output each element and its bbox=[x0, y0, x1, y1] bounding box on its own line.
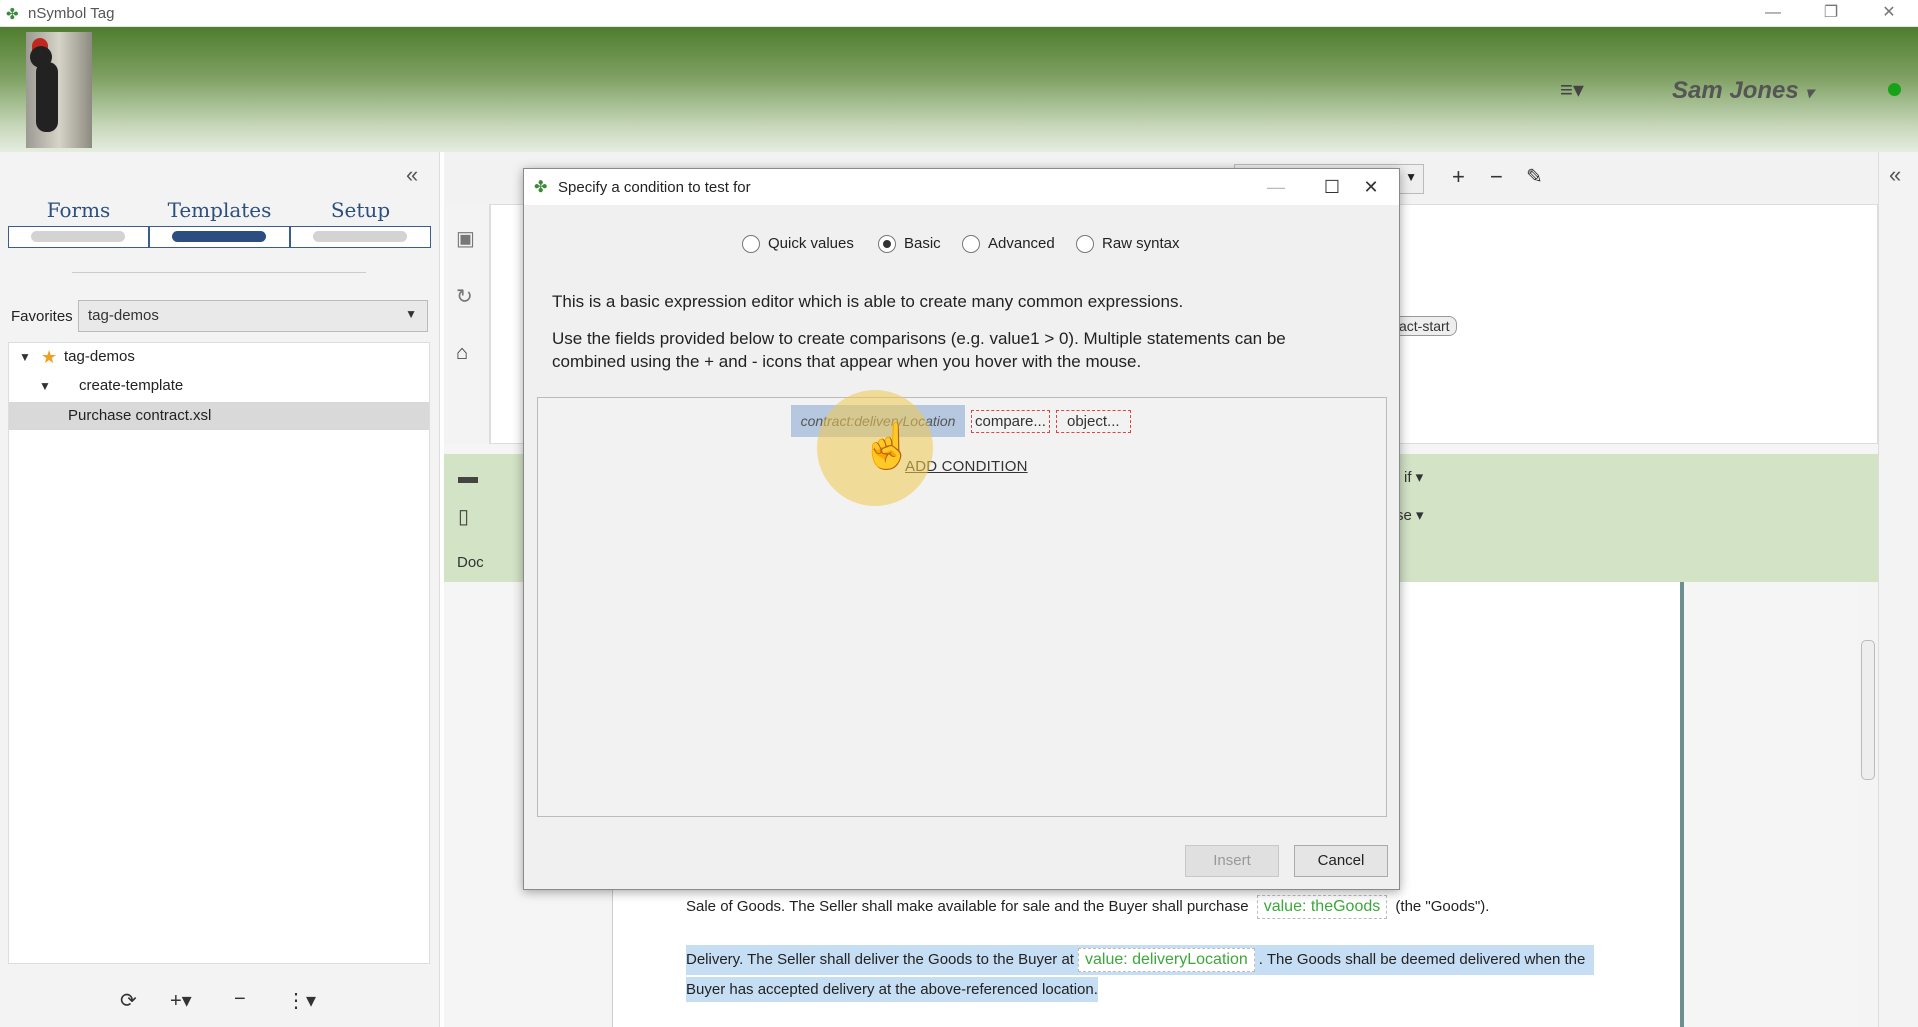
app-logo-icon: ✤ bbox=[6, 6, 19, 23]
remove-button[interactable]: − bbox=[234, 988, 246, 1011]
tab-setup[interactable]: Setup bbox=[290, 198, 431, 222]
refresh-button[interactable]: ⟳ bbox=[120, 988, 137, 1013]
chevron-down-icon: ▾ bbox=[1805, 85, 1814, 102]
favorites-label: Favorites bbox=[11, 308, 73, 325]
tab-forms-indicator[interactable] bbox=[8, 226, 149, 248]
right-panel: « bbox=[1878, 152, 1918, 1027]
contract-start-chip[interactable]: act-start bbox=[1392, 316, 1457, 336]
reload-icon[interactable]: ↻ bbox=[456, 284, 473, 309]
tab-templates[interactable]: Templates bbox=[149, 198, 290, 222]
doc-label: Doc bbox=[457, 554, 484, 571]
radio-advanced[interactable]: Advanced bbox=[962, 233, 1055, 257]
add-icon[interactable]: + bbox=[1452, 164, 1465, 190]
delivery-paragraph: Delivery. The Seller shall deliver the G… bbox=[686, 945, 1594, 1002]
dialog-titlebar: ✤ Specify a condition to test for — ☐ ✕ bbox=[524, 169, 1399, 205]
minimize-icon[interactable]: — bbox=[1254, 173, 1298, 201]
window-title: nSymbol Tag bbox=[28, 5, 115, 22]
maximize-icon[interactable]: ☐ bbox=[1310, 173, 1354, 201]
radio-quick-values[interactable]: Quick values bbox=[742, 233, 854, 257]
home-icon[interactable]: ⌂ bbox=[456, 342, 468, 365]
cancel-button[interactable]: Cancel bbox=[1294, 845, 1388, 877]
phone-icon[interactable]: ▯ bbox=[458, 504, 469, 529]
document-scrollbar[interactable] bbox=[1858, 582, 1878, 1027]
condition-object[interactable]: object... bbox=[1056, 410, 1131, 433]
left-panel: « Forms Templates Setup Favorites tag-de… bbox=[0, 152, 440, 1027]
restore-icon[interactable]: ❐ bbox=[1802, 0, 1860, 26]
edit-pencil-icon[interactable]: ✎ bbox=[1526, 164, 1543, 189]
value-chip-theGoods[interactable]: value: theGoods bbox=[1256, 895, 1388, 919]
divider bbox=[72, 272, 366, 273]
status-indicator bbox=[1888, 83, 1901, 96]
editor-description: This is a basic expression editor which … bbox=[552, 292, 1184, 311]
vertical-toolbar: ▣ ↻ ⌂ bbox=[444, 204, 490, 444]
add-button[interactable]: +▾ bbox=[170, 988, 192, 1013]
minus-icon[interactable]: − bbox=[1490, 164, 1503, 190]
close-icon[interactable]: ✕ bbox=[1349, 173, 1393, 201]
condition-dialog: ✤ Specify a condition to test for — ☐ ✕ … bbox=[523, 168, 1400, 890]
dialog-title: Specify a condition to test for bbox=[558, 179, 751, 196]
expand-triangle-icon[interactable]: ▼ bbox=[39, 372, 51, 400]
minimize-icon[interactable]: — bbox=[1744, 0, 1802, 26]
tree-item-label: Purchase contract.xsl bbox=[68, 407, 212, 424]
value-chip-deliveryLocation[interactable]: value: deliveryLocation bbox=[1077, 948, 1255, 972]
tree-item-tag-demos[interactable]: ▼ ★ tag-demos bbox=[9, 343, 429, 371]
condition-compare[interactable]: compare... bbox=[971, 410, 1050, 433]
user-name: Sam Jones bbox=[1672, 77, 1799, 104]
chevron-down-icon: ▼ bbox=[405, 307, 417, 321]
collapse-right-icon[interactable]: « bbox=[1889, 162, 1901, 188]
tab-strip: Forms Templates Setup bbox=[8, 198, 432, 254]
template-tree: ▼ ★ tag-demos ▼ create-template Purchase… bbox=[8, 342, 430, 964]
favorites-select[interactable]: tag-demos ▼ bbox=[78, 300, 428, 332]
tab-setup-indicator[interactable] bbox=[290, 226, 431, 248]
collapse-left-icon[interactable]: « bbox=[406, 162, 418, 188]
app-header: ≡▾ Sam Jones ▾ bbox=[0, 27, 1918, 152]
if-dropdown[interactable]: if ▾ bbox=[1404, 468, 1423, 486]
user-menu[interactable]: Sam Jones ▾ bbox=[1672, 77, 1813, 105]
hand-cursor-icon: ☝ bbox=[860, 422, 915, 471]
tree-item-label: tag-demos bbox=[64, 348, 135, 365]
star-icon: ★ bbox=[41, 347, 58, 367]
expand-triangle-icon[interactable]: ▼ bbox=[19, 343, 31, 371]
panel-icon[interactable]: ▬ bbox=[458, 466, 478, 489]
more-button[interactable]: ⋮▾ bbox=[286, 988, 316, 1013]
tab-templates-indicator[interactable] bbox=[149, 226, 290, 248]
radio-raw-syntax[interactable]: Raw syntax bbox=[1076, 233, 1180, 257]
close-icon[interactable]: ✕ bbox=[1860, 0, 1918, 26]
tree-item-purchase-contract[interactable]: Purchase contract.xsl bbox=[9, 402, 429, 430]
tab-forms[interactable]: Forms bbox=[8, 198, 149, 222]
favorites-value: tag-demos bbox=[88, 307, 159, 324]
radio-basic[interactable]: Basic bbox=[878, 233, 941, 257]
sale-paragraph: Sale of Goods. The Seller shall make ava… bbox=[686, 895, 1489, 919]
insert-button[interactable]: Insert bbox=[1185, 845, 1279, 877]
tree-item-label: create-template bbox=[79, 377, 184, 394]
app-logo-icon: ✤ bbox=[534, 179, 548, 196]
expression-editor: contract:deliveryLocation compare... obj… bbox=[537, 390, 1387, 817]
else-dropdown[interactable]: se ▾ bbox=[1396, 506, 1424, 524]
save-icon[interactable]: ▣ bbox=[456, 226, 475, 251]
woodpecker-logo bbox=[26, 32, 92, 148]
tree-item-create-template[interactable]: ▼ create-template bbox=[9, 372, 429, 400]
window-titlebar: ✤ nSymbol Tag — ❐ ✕ bbox=[0, 0, 1918, 27]
editor-instructions: Use the fields provided below to create … bbox=[552, 329, 1286, 371]
menu-icon[interactable]: ≡▾ bbox=[1560, 77, 1584, 103]
